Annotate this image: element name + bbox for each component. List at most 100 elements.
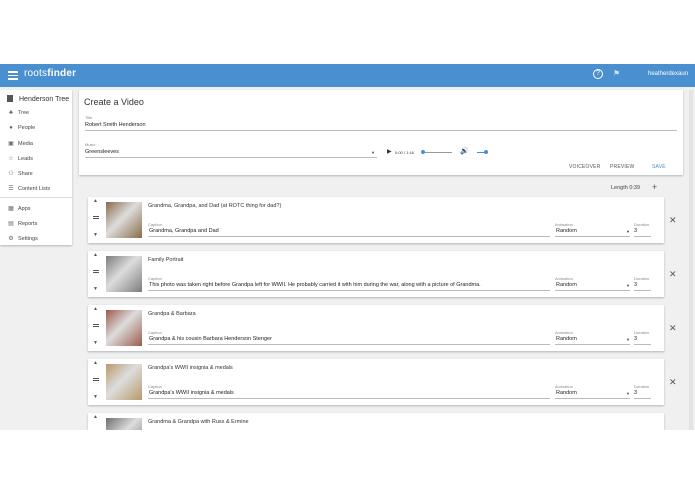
duration-label: Duration [634, 384, 650, 389]
remove-slide-icon[interactable]: ✕ [669, 269, 677, 280]
voiceover-button[interactable]: VOICEOVER [569, 164, 601, 170]
page-title: Create a Video [84, 97, 144, 107]
drag-handle-icon[interactable] [93, 376, 99, 383]
title-field-label: Title [85, 115, 93, 120]
slide-thumbnail[interactable] [106, 418, 142, 430]
chevron-down-icon[interactable]: ▼ [626, 391, 630, 396]
video-editor-card: Create a Video Title Robert Smith Hender… [79, 90, 683, 175]
sidebar-item-leads[interactable]: ☆ Leads [7, 155, 33, 162]
animation-select[interactable]: Random [556, 390, 577, 396]
caption-field[interactable]: Grandpa & his cousin Barbara Henderson S… [149, 336, 272, 342]
flag-icon[interactable]: ⚑ [613, 69, 620, 78]
move-up-icon[interactable]: ▲ [93, 360, 98, 366]
remove-slide-icon[interactable]: ✕ [669, 323, 677, 334]
scrollbar[interactable] [689, 90, 693, 430]
slide-title: Grandpa's WWII insignia & medals [148, 365, 233, 371]
slide-thumbnail[interactable] [106, 256, 142, 292]
preview-button[interactable]: PREVIEW [610, 164, 634, 170]
video-length: Length 0:39 [611, 185, 641, 191]
move-down-icon[interactable]: ▼ [93, 286, 98, 292]
duration-underline [634, 290, 651, 291]
sidebar-item-tree[interactable]: ♣ Tree [7, 110, 29, 116]
chevron-down-icon[interactable]: ▼ [626, 337, 630, 342]
document-icon [7, 95, 13, 102]
sidebar-item-content-lists[interactable]: ☰ Content Lists [7, 185, 50, 192]
app-logo[interactable]: rootsfinder [24, 68, 76, 79]
audio-progress-knob[interactable] [421, 150, 425, 154]
chevron-down-icon[interactable]: ▼ [626, 283, 630, 288]
slide-thumbnail[interactable] [106, 202, 142, 238]
animation-label: Animation [555, 222, 573, 227]
move-down-icon[interactable]: ▼ [93, 232, 98, 238]
caption-field[interactable]: Grandpa's WWII insignia & medals [149, 390, 234, 396]
chevron-down-icon[interactable]: ▼ [626, 229, 630, 234]
animation-underline [555, 236, 630, 237]
animation-select[interactable]: Random [556, 228, 577, 234]
caption-underline [148, 290, 550, 291]
duration-underline [634, 236, 651, 237]
caption-field[interactable]: This photo was taken right before Grandp… [149, 282, 481, 288]
slide-row: ▲ ▼ Grandpa's WWII insignia & medals Captio… [88, 359, 664, 405]
title-field-underline [85, 130, 677, 131]
gear-icon: ⚙ [8, 236, 14, 242]
add-slide-icon[interactable]: + [652, 182, 657, 192]
move-up-icon[interactable]: ▲ [93, 198, 98, 204]
slide-thumbnail[interactable] [106, 310, 142, 346]
duration-field[interactable]: 3 [634, 336, 637, 342]
caption-underline [148, 344, 550, 345]
sidebar-item-media[interactable]: ▣ Media [7, 140, 33, 147]
volume-icon[interactable]: 🔊 [460, 147, 469, 155]
animation-underline [555, 290, 630, 291]
move-up-icon[interactable]: ▲ [93, 414, 98, 420]
title-field[interactable]: Robert Smith Henderson [85, 122, 146, 128]
slide-title: Grandma, Grandpa, and Dad (at ROTC thing… [148, 203, 282, 209]
move-up-icon[interactable]: ▲ [93, 306, 98, 312]
chevron-down-icon[interactable]: ▼ [371, 150, 375, 155]
list-icon: ☰ [8, 186, 14, 192]
remove-slide-icon[interactable]: ✕ [669, 377, 677, 388]
duration-field[interactable]: 3 [634, 390, 637, 396]
slide-title: Grandma & Grandpa with Russ & Ermine [148, 419, 249, 425]
sidebar-item-reports[interactable]: ▤ Reports [7, 220, 37, 227]
drag-handle-icon[interactable] [93, 322, 99, 329]
slide-title: Family Portrait [148, 257, 184, 263]
top-app-bar: rootsfinder ? ⚑ heatherdexaun [0, 64, 695, 87]
duration-label: Duration [634, 330, 650, 335]
animation-select[interactable]: Random [556, 282, 577, 288]
remove-slide-icon[interactable]: ✕ [669, 215, 677, 226]
caption-label: Caption [148, 384, 162, 389]
duration-underline [634, 344, 651, 345]
sidebar-item-share[interactable]: ⚇ Share [7, 170, 32, 177]
play-icon[interactable]: ▶ [387, 148, 392, 155]
volume-knob[interactable] [484, 150, 488, 154]
move-down-icon[interactable]: ▼ [93, 394, 98, 400]
animation-label: Animation [555, 384, 573, 389]
animation-underline [555, 344, 630, 345]
duration-label: Duration [634, 222, 650, 227]
sidebar-item-apps[interactable]: ▦ Apps [7, 205, 30, 212]
slide-row: ▲ ▼ Grandma, Grandpa, and Dad (at ROTC thi… [88, 197, 664, 243]
slide-thumbnail[interactable] [106, 364, 142, 400]
save-button[interactable]: SAVE [652, 164, 666, 170]
audio-progress-track[interactable] [422, 152, 452, 153]
sidebar-item-settings[interactable]: ⚙ Settings [7, 235, 38, 242]
app-viewport: rootsfinder ? ⚑ heatherdexaun Henderson … [0, 64, 695, 430]
user-name[interactable]: heatherdexaun [648, 71, 688, 77]
sidebar-item-people[interactable]: ● People [7, 125, 35, 131]
animation-select[interactable]: Random [556, 336, 577, 342]
caption-underline [148, 236, 550, 237]
duration-field[interactable]: 3 [634, 228, 637, 234]
reports-icon: ▤ [8, 221, 14, 227]
menu-icon[interactable] [8, 69, 18, 81]
music-select[interactable]: Greensleeves [85, 149, 119, 155]
duration-field[interactable]: 3 [634, 282, 637, 288]
help-icon[interactable]: ? [593, 69, 603, 79]
drag-handle-icon[interactable] [93, 268, 99, 275]
share-icon: ⚇ [8, 171, 14, 177]
move-up-icon[interactable]: ▲ [93, 252, 98, 258]
drag-handle-icon[interactable] [93, 214, 99, 221]
caption-underline [148, 398, 550, 399]
move-down-icon[interactable]: ▼ [93, 340, 98, 346]
caption-field[interactable]: Grandma, Grandpa and Dad [149, 228, 219, 234]
sidebar-tree-title[interactable]: Henderson Tree [7, 95, 69, 103]
